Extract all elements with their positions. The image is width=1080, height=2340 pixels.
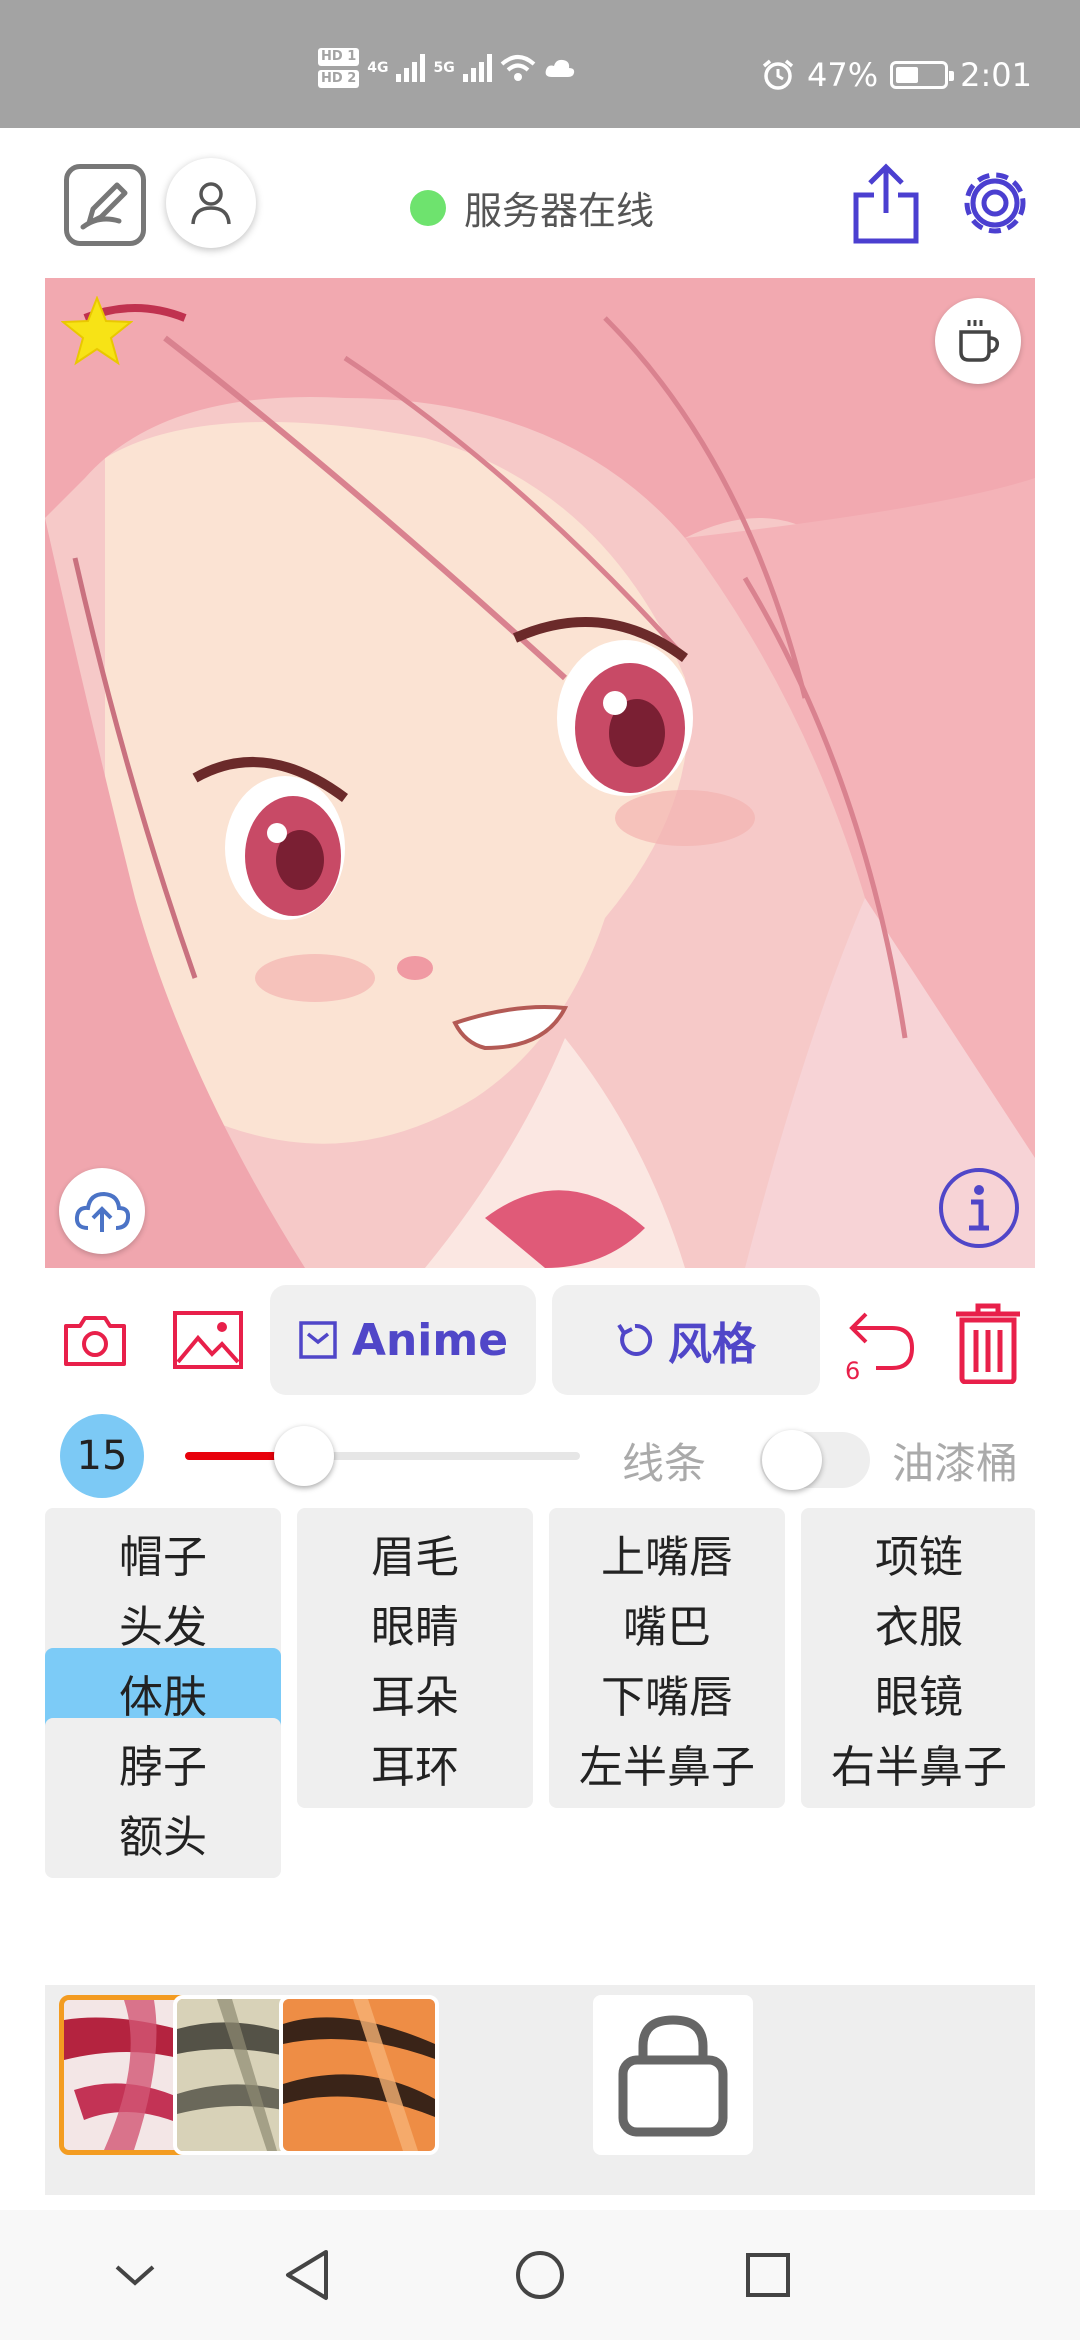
share-icon <box>853 163 919 244</box>
network-type-1: 4G <box>367 60 389 76</box>
anime-portrait-image <box>45 278 1035 1268</box>
alarm-icon <box>762 59 794 90</box>
coffee-cup-icon <box>959 320 1000 362</box>
hd1-badge: HD 1 <box>318 48 360 66</box>
part-tag[interactable]: 耳环 <box>297 1718 533 1808</box>
line-mode-label: 线条 <box>622 1439 707 1488</box>
generated-image-canvas[interactable] <box>45 278 1035 1268</box>
battery-percent: 47% <box>807 56 879 94</box>
locked-texture-slot[interactable] <box>593 1995 753 2155</box>
cloud-upload-icon <box>74 1191 130 1232</box>
back-button[interactable] <box>272 2240 342 2310</box>
gallery-button[interactable] <box>170 1308 246 1372</box>
server-status: 服务器在线 <box>410 180 654 235</box>
brush-controls: 15 线条 油漆桶 <box>0 1410 1080 1500</box>
camera-icon <box>64 1316 126 1366</box>
collapse-icon <box>115 2265 155 2286</box>
part-tag[interactable]: 额头 <box>45 1788 281 1878</box>
anime-mode-label: Anime <box>351 1314 509 1366</box>
status-bar: HD 1 HD 2 4G 5G 47% 2:01 <box>0 0 1080 128</box>
style-button[interactable]: 风格 <box>552 1285 820 1395</box>
coffee-button[interactable] <box>935 298 1021 384</box>
style-label: 风格 <box>668 1319 756 1370</box>
undo-button[interactable]: 6 <box>840 1297 920 1387</box>
share-button[interactable] <box>846 158 926 248</box>
edit-toolbar: Anime 风格 6 <box>0 1283 1080 1398</box>
clock: 2:01 <box>960 56 1032 94</box>
part-tag-grid: 帽子 眉毛 上嘴唇 项链 头发 眼睛 嘴巴 衣服 体肤 耳朵 下嘴唇 眼镜 脖子 耳环 左半鼻子 右半鼻子 额头 <box>45 1508 1035 1968</box>
collapse-button[interactable] <box>100 2240 170 2310</box>
refresh-icon <box>617 1323 653 1356</box>
system-nav-bar <box>0 2210 1080 2340</box>
signal-icon <box>462 54 492 82</box>
brush-size-value: 15 <box>76 1433 128 1479</box>
home-icon <box>516 2251 564 2299</box>
camera-button[interactable] <box>60 1308 130 1372</box>
paint-bucket-label: 油漆桶 <box>892 1439 1019 1488</box>
paint-bucket-toggle[interactable] <box>760 1430 870 1490</box>
delete-button[interactable] <box>948 1297 1028 1387</box>
undo-count: 6 <box>845 1357 861 1385</box>
checkbox-icon <box>299 1321 337 1359</box>
part-tag[interactable]: 左半鼻子 <box>549 1718 785 1808</box>
info-button[interactable] <box>937 1166 1021 1254</box>
recents-button[interactable] <box>733 2240 803 2310</box>
user-icon <box>191 182 231 225</box>
network-type-2: 5G <box>433 60 455 76</box>
part-tag[interactable]: 右半鼻子 <box>801 1718 1035 1808</box>
texture-swatch-3[interactable] <box>279 1995 439 2155</box>
edit-icon <box>80 182 128 230</box>
lock-icon <box>618 2015 728 2137</box>
hd2-badge: HD 2 <box>318 70 360 88</box>
server-status-label: 服务器在线 <box>464 189 655 233</box>
favorite-button[interactable] <box>60 295 134 370</box>
edit-button[interactable] <box>64 164 146 246</box>
texture-palette <box>45 1985 1035 2195</box>
settings-button[interactable] <box>950 158 1040 248</box>
gear-icon <box>964 172 1026 234</box>
brush-size-slider[interactable] <box>185 1426 580 1486</box>
network-indicators: HD 1 HD 2 4G 5G <box>318 48 576 88</box>
status-dot <box>410 189 446 226</box>
recents-icon <box>746 2253 790 2297</box>
trash-icon <box>956 1303 1020 1384</box>
info-icon <box>939 1168 1019 1248</box>
anime-mode-button[interactable]: Anime <box>270 1285 536 1395</box>
gallery-icon <box>173 1311 243 1369</box>
texture-orange <box>283 1999 435 2151</box>
slider-thumb[interactable] <box>273 1426 334 1486</box>
star-icon <box>60 295 134 366</box>
user-button[interactable] <box>166 158 256 248</box>
home-button[interactable] <box>505 2240 575 2310</box>
brush-size-badge: 15 <box>60 1414 144 1498</box>
signal-icon <box>396 54 426 82</box>
wifi-icon <box>500 55 536 81</box>
cloud-icon <box>545 59 574 77</box>
back-icon <box>286 2250 328 2300</box>
battery-icon <box>890 61 955 89</box>
system-indicators: 47% 2:01 <box>761 56 1032 94</box>
upload-button[interactable] <box>59 1168 145 1254</box>
app-header: 服务器在线 <box>0 128 1080 278</box>
hd-badges: HD 1 HD 2 <box>318 48 360 88</box>
